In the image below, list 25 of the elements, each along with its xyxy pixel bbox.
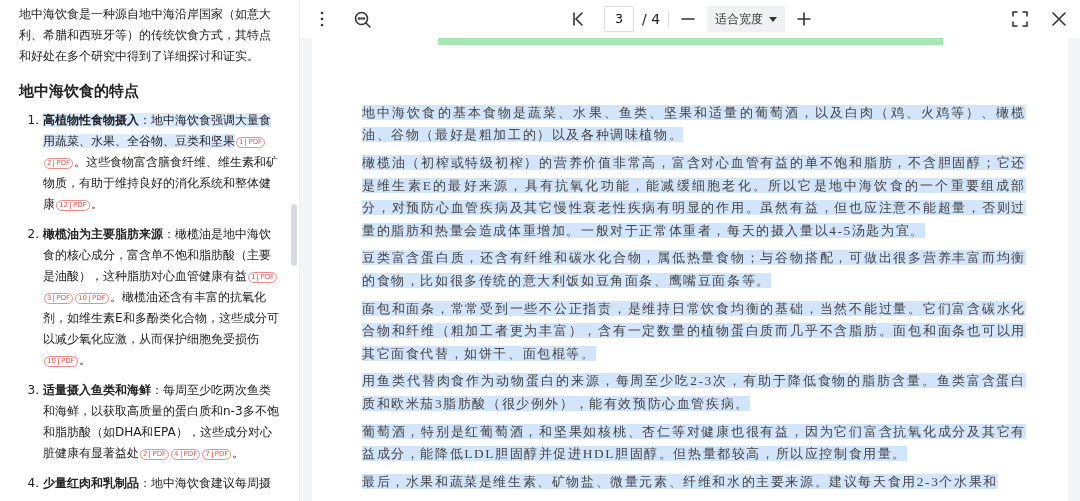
document-paragraph: 橄榄油（初榨或特级初榨）的营养价值非常高，富含对心血管有益的单不饱和脂肪，不含胆固醇；它还是维生素E的最好来源，具有抗氧化功能，能减缓细胞老化。所以它是地中海饮食的一个重要组成部分，对预防心血管疾病及其它慢性衰老性疾病有明显的作用。虽然有益，但也应注意不能超量，否则过量的脂肪和热量会造成体重增加。一般对于正常体重者，每天的摄入量以4-5汤匙为宜。 xyxy=(362,154,1026,240)
caret-icon xyxy=(769,16,778,22)
document-paragraph: 地中海饮食的基本食物是蔬菜、水果、鱼类、坚果和适量的葡萄酒，以及白肉（鸡、火鸡等）、橄榄油、谷物（最好是粗加工的）以及各种调味植物。 xyxy=(362,104,1026,145)
list-item-text: 少量红肉和乳制品：地中海饮食建议每周摄 xyxy=(43,475,272,492)
page-number-field[interactable]: 3 xyxy=(603,6,634,32)
list-number: 2. xyxy=(26,226,40,243)
list-number: 4. xyxy=(26,475,40,492)
search-icon xyxy=(354,10,371,28)
list-number: 1. xyxy=(26,112,40,129)
zoom-dropdown[interactable]: 适合宽度 xyxy=(707,6,786,32)
scrollbar-thumb[interactable] xyxy=(291,204,297,266)
document-paragraph: 用鱼类代替肉食作为动物蛋白的来源，每周至少吃2-3次，有助于降低食物的脂肪含量。鱼类富含蛋白质和欧米茄3脂肪酸（很少例外），能有效预防心血管疾病。 xyxy=(362,372,1026,413)
document-paragraph: 面包和面条，常常受到一些不公正指责，是维持日常饮食均衡的基础，当然不能过量。它们富含碳水化合物和纤维（粗加工者更为丰富），含有一定数量的植物蛋白质而几乎不含脂肪。面包和面条也可以用其它面食代替，如饼干、面包棍等。 xyxy=(362,299,1026,363)
first-page-icon xyxy=(571,11,584,27)
close-icon xyxy=(1052,12,1066,26)
list-number: 3. xyxy=(26,382,40,399)
page-total: / 4 xyxy=(641,9,661,29)
intro-paragraph: 地中海饮食是一种源自地中海沿岸国家（如意大利、希腊和西班牙等）的传统饮食方式，其特点和好处在多个研究中得到了详细探讨和证实。 xyxy=(19,6,272,65)
document-paragraph: 葡萄酒，特别是红葡萄酒，和坚果如核桃、杏仁等对健康也很有益，因为它们富含抗氧化成分及其它有益成分，能降低LDL胆固醇并促进HDL胆固醇。但热量都较高，所以应控制食用量。 xyxy=(362,422,1026,464)
plus-icon xyxy=(797,12,812,26)
fullscreen-icon xyxy=(1012,11,1028,27)
document-paragraph: 最后，水果和蔬菜是维生素、矿物盐、微量元素、纤维和水的主要来源。建议每天食用2-3个水果和 xyxy=(362,473,999,492)
document-paragraph: 豆类富含蛋白质，还含有纤维和碳水化合物，属低热量食物；与谷物搭配，可做出很多营养丰富而均衡的食物，比如很多传统的意大利饭如豆角面条、鹰嘴豆面条等。 xyxy=(362,249,1026,290)
more-icon xyxy=(320,11,324,27)
section-heading: 地中海饮食的特点 xyxy=(19,81,140,102)
